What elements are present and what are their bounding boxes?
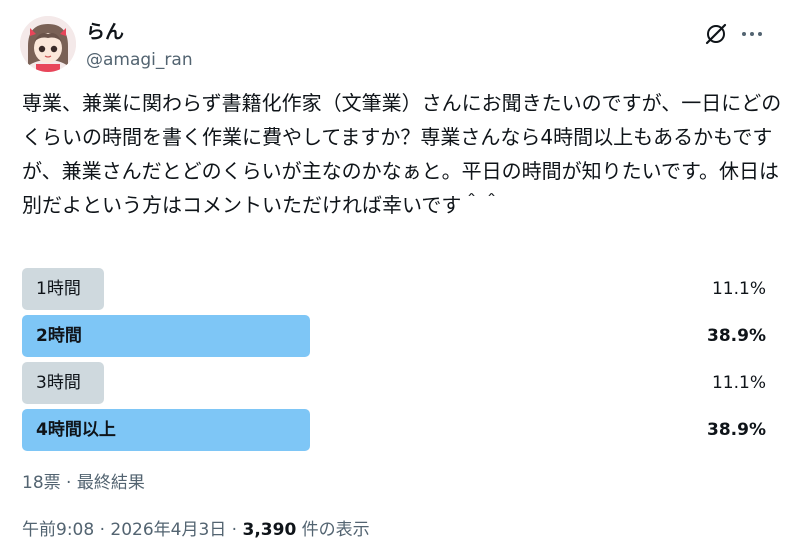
poll-option-percent: 11.1% xyxy=(711,279,766,299)
user-handle[interactable]: @amagi_ran xyxy=(86,49,193,71)
timestamp[interactable]: 午前9:08 · 2026年4月3日 · xyxy=(22,520,243,540)
poll-option: 4時間以上 38.9% xyxy=(22,409,766,451)
tweet-meta: 午前9:08 · 2026年4月3日 · 3,390 件の表示 xyxy=(22,518,370,542)
views-count[interactable]: 3,390 xyxy=(243,520,297,540)
poll-option-label: 3時間 xyxy=(36,373,81,393)
poll-option-percent: 38.9% xyxy=(707,326,766,346)
poll-summary: 18票 · 最終結果 xyxy=(22,473,145,493)
poll-option: 1時間 11.1% xyxy=(22,268,766,310)
tweet: らん @amagi_ran 専業、兼業に関わらず書籍化作家（文筆業）さんにお聞き… xyxy=(0,0,803,560)
views-label: 件の表示 xyxy=(296,520,370,540)
poll-option-label: 2時間 xyxy=(36,326,82,346)
poll: 1時間 11.1% 2時間 38.9% 3時間 11.1% 4時間以上 38.9… xyxy=(22,268,766,456)
display-name[interactable]: らん xyxy=(86,20,124,44)
grok-icon[interactable] xyxy=(704,22,728,46)
poll-option-percent: 11.1% xyxy=(711,373,766,393)
poll-option-label: 4時間以上 xyxy=(36,420,116,440)
tweet-text: 専業、兼業に関わらず書籍化作家（文筆業）さんにお聞きたいのですが、一日にどのくら… xyxy=(22,91,782,217)
poll-option: 2時間 38.9% xyxy=(22,315,766,357)
avatar-illustration xyxy=(20,16,76,72)
avatar[interactable] xyxy=(20,16,76,72)
poll-option-percent: 38.9% xyxy=(707,420,766,440)
poll-option: 3時間 11.1% xyxy=(22,362,766,404)
poll-option-label: 1時間 xyxy=(36,279,81,299)
more-icon[interactable] xyxy=(738,22,766,46)
